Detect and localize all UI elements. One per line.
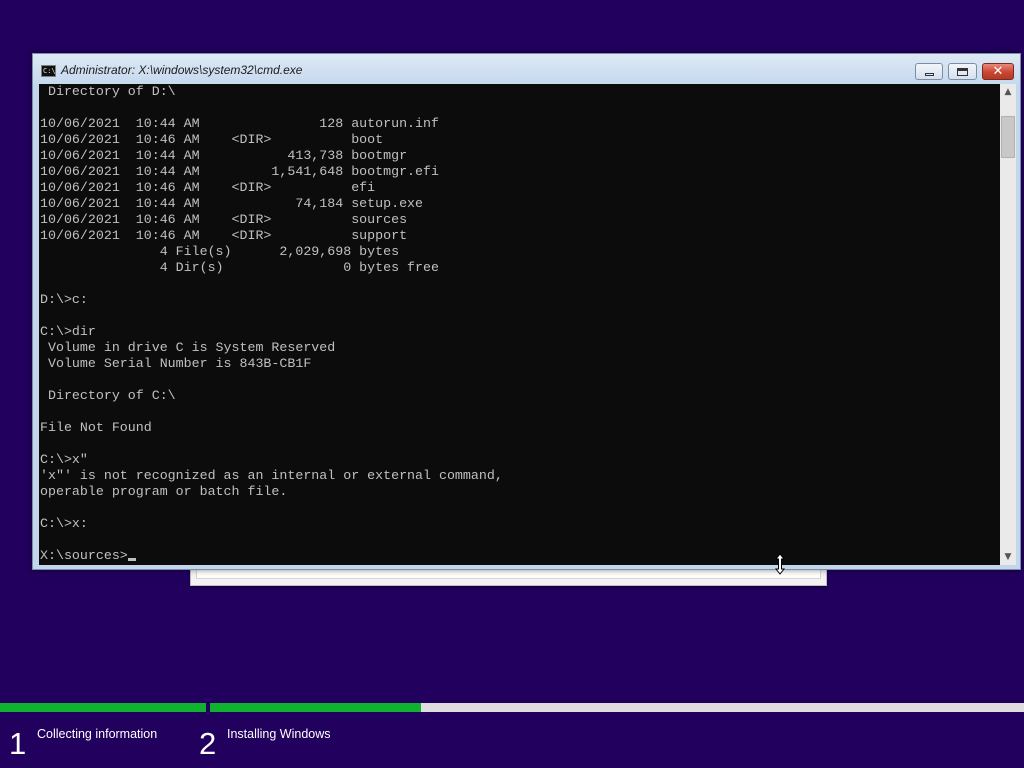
progress-installing-windows xyxy=(210,703,421,712)
console-prompt: X:\sources> xyxy=(40,548,128,563)
step-1-label: Collecting information xyxy=(37,727,158,741)
vertical-scrollbar[interactable]: ▲ ▼ xyxy=(1000,84,1016,565)
progress-collecting-information xyxy=(0,703,206,712)
title-bar[interactable]: C:\ Administrator: X:\windows\system32\c… xyxy=(33,54,1020,84)
console-line: C:\>dir xyxy=(40,324,96,339)
console-line: 10/06/2021 10:44 AM 128 autorun.inf xyxy=(40,116,439,131)
console-line: 10/06/2021 10:46 AM <DIR> boot xyxy=(40,132,384,147)
step-2-number: 2 xyxy=(199,726,217,761)
scroll-down-arrow-icon[interactable]: ▼ xyxy=(1000,549,1016,565)
close-button[interactable]: ✕ xyxy=(982,63,1014,80)
console-text: Directory of D:\ 10/06/2021 10:44 AM 128… xyxy=(39,84,1000,564)
console-line: 10/06/2021 10:46 AM <DIR> support xyxy=(40,228,408,243)
console-line: Volume Serial Number is 843B-CB1F xyxy=(47,356,312,371)
console-output[interactable]: Directory of D:\ 10/06/2021 10:44 AM 128… xyxy=(39,84,1000,565)
console-line: 10/06/2021 10:46 AM <DIR> sources xyxy=(40,212,408,227)
console-line: operable program or batch file. xyxy=(40,484,288,499)
console-line: Directory of D:\ xyxy=(47,84,176,99)
step-1-number: 1 xyxy=(9,726,27,761)
step-2-label: Installing Windows xyxy=(227,727,331,741)
console-line: D:\>c: xyxy=(40,292,88,307)
cmd-icon: C:\ xyxy=(41,65,56,77)
resize-cursor-icon xyxy=(774,553,786,575)
maximize-icon xyxy=(957,67,968,76)
console-line: C:\>x" xyxy=(40,452,88,467)
console-line: 4 File(s) 2,029,698 bytes xyxy=(159,244,400,259)
console-line: Directory of C:\ xyxy=(47,388,176,403)
console-line: 10/06/2021 10:44 AM 74,184 setup.exe xyxy=(40,196,424,211)
window-title: Administrator: X:\windows\system32\cmd.e… xyxy=(61,63,303,77)
text-cursor xyxy=(127,558,136,561)
maximize-button[interactable] xyxy=(948,63,977,80)
console-line: 10/06/2021 10:46 AM <DIR> efi xyxy=(40,180,376,195)
console-line: 'x"' is not recognized as an internal or… xyxy=(40,468,503,483)
console-line: C:\>x: xyxy=(40,516,88,531)
minimize-button[interactable] xyxy=(915,63,943,80)
console-line: 10/06/2021 10:44 AM 413,738 bootmgr xyxy=(40,148,408,163)
scroll-up-arrow-icon[interactable]: ▲ xyxy=(1000,84,1016,100)
console-line: Volume in drive C is System Reserved xyxy=(47,340,336,355)
minimize-icon xyxy=(924,72,934,76)
close-icon: ✕ xyxy=(992,64,1004,79)
console-line: 10/06/2021 10:44 AM 1,541,648 bootmgr.ef… xyxy=(40,164,439,179)
cmd-window: C:\ Administrator: X:\windows\system32\c… xyxy=(32,53,1021,570)
scroll-thumb[interactable] xyxy=(1001,116,1015,158)
console-line: 4 Dir(s) 0 bytes free xyxy=(159,260,439,275)
console-line: File Not Found xyxy=(40,420,152,435)
